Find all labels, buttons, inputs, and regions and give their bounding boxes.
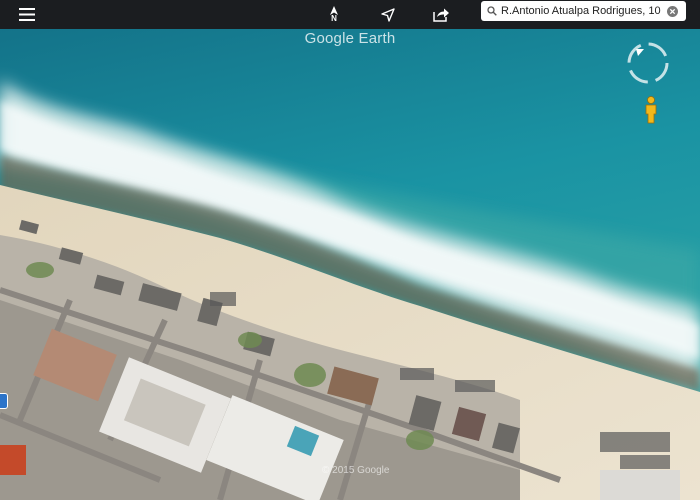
google-earth-watermark: Google Earth bbox=[304, 30, 396, 47]
clear-icon bbox=[666, 5, 678, 17]
navigation-compass[interactable] bbox=[626, 41, 670, 85]
search-icon bbox=[483, 6, 501, 16]
clear-search-button[interactable] bbox=[665, 4, 679, 18]
share-button[interactable] bbox=[428, 0, 454, 29]
share-icon bbox=[432, 8, 449, 22]
search-box bbox=[481, 1, 686, 21]
side-tab[interactable] bbox=[0, 393, 8, 409]
copyright-text: © 2015 Google bbox=[322, 465, 390, 476]
search-input[interactable] bbox=[501, 5, 661, 17]
location-arrow-icon bbox=[381, 7, 395, 22]
my-location-button[interactable] bbox=[376, 0, 400, 29]
menu-icon bbox=[19, 8, 35, 21]
top-toolbar: N bbox=[0, 0, 700, 29]
satellite-map[interactable] bbox=[0, 0, 700, 500]
menu-button[interactable] bbox=[12, 0, 42, 29]
pegman-icon bbox=[645, 96, 657, 124]
rotate-compass-icon bbox=[627, 42, 669, 84]
compass-label: N bbox=[331, 14, 337, 23]
north-compass-button[interactable]: N bbox=[322, 0, 346, 29]
street-view-pegman[interactable] bbox=[644, 96, 658, 124]
